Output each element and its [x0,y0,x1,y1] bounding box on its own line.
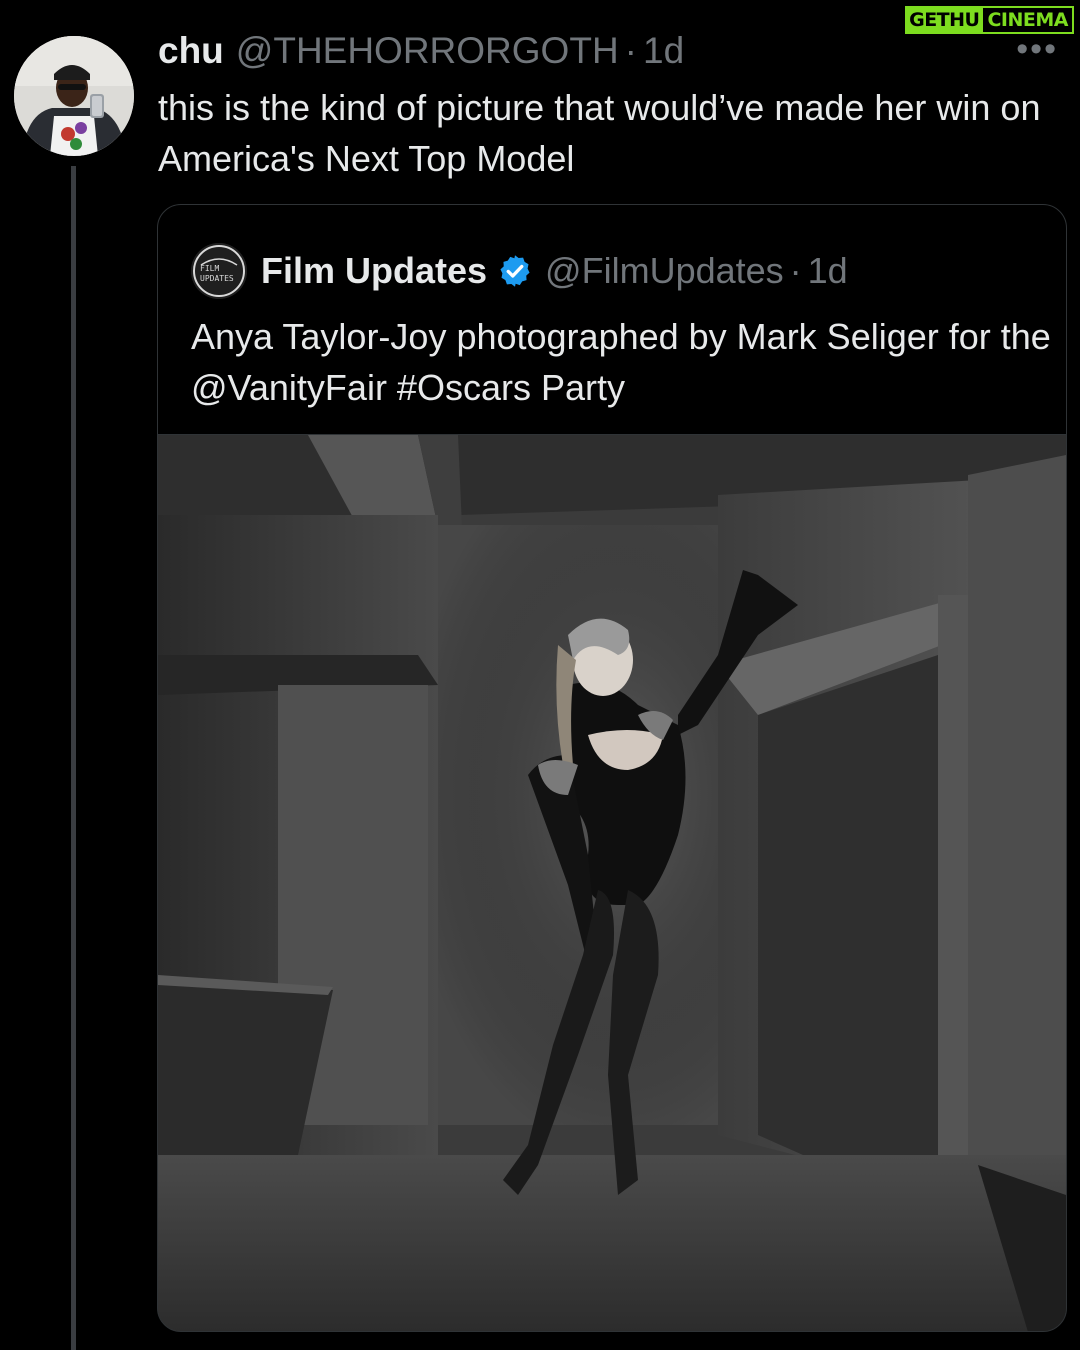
thread-line [71,166,76,1350]
quote-header: Film Updates @FilmUpdates · 1d [261,243,848,299]
verified-badge-icon [500,255,530,287]
film-updates-logo-icon: FILM UPDATES [191,243,247,299]
reply-timestamp[interactable]: 1d [643,30,684,72]
quote-timestamp[interactable]: 1d [808,250,848,292]
reply-avatar[interactable] [14,36,134,156]
photo-illustration [158,435,1066,1331]
watermark-part-1: GETHU [905,6,984,34]
logo-text-updates: UPDATES [200,274,234,283]
quote-avatar[interactable]: FILM UPDATES [191,243,247,299]
reply-separator: · [624,30,637,71]
reply-text: this is the kind of picture that would’v… [158,87,1041,179]
quote-author-name[interactable]: Film Updates [261,250,487,292]
more-options-icon[interactable]: ••• [1016,30,1058,69]
quote-text: Anya Taylor-Joy photographed by Mark Sel… [191,316,1051,408]
logo-text-film: FILM [200,264,219,273]
reply-header: chu @THEHORRORGOTH · 1d [158,26,684,76]
reply-author-handle[interactable]: @THEHORRORGOTH [236,30,619,72]
quote-author-handle[interactable]: @FilmUpdates [545,250,784,292]
quoted-tweet-card[interactable]: FILM UPDATES Film Updates @FilmUpdates ·… [157,204,1067,1332]
reply-author-name[interactable]: chu [158,30,224,72]
quote-photo[interactable] [158,434,1066,1331]
quote-separator: · [789,250,802,291]
avatar-photo [14,36,134,156]
